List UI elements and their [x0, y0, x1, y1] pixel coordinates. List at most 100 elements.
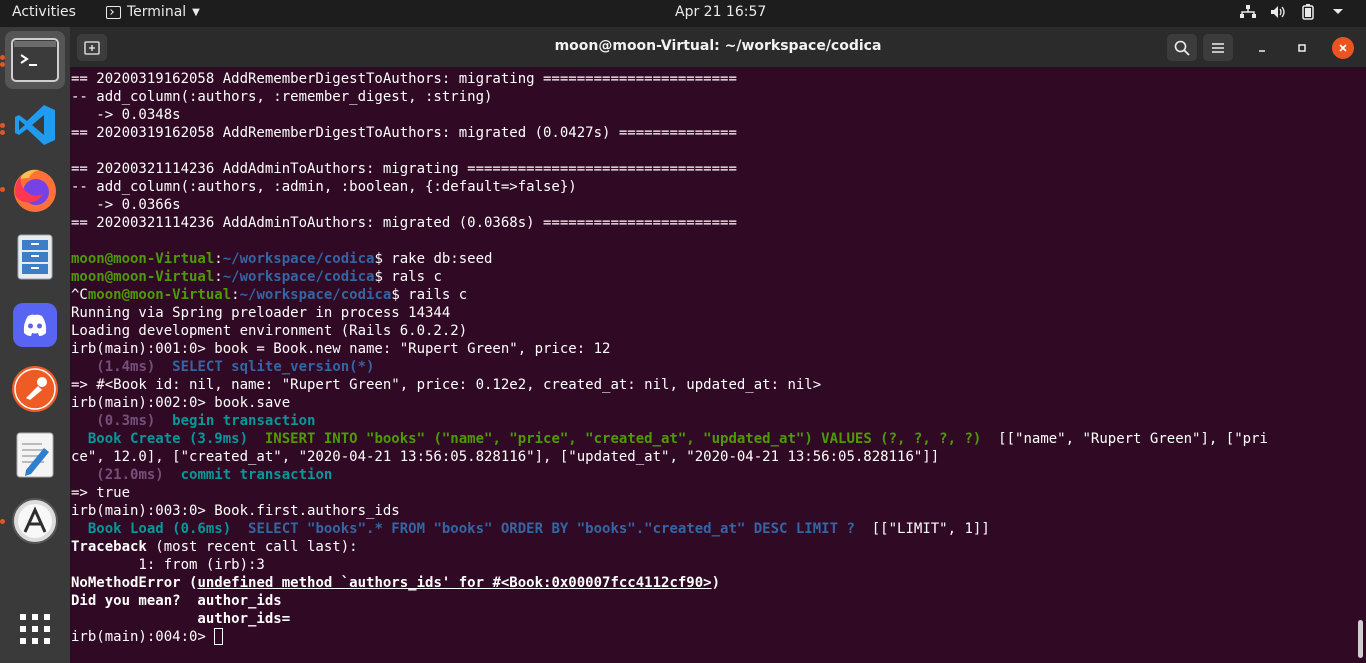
- terminal-text: 1: from (irb):3: [71, 557, 265, 573]
- terminal-text: -- add_column(:authors, :admin, :boolean…: [71, 179, 577, 195]
- app-menu[interactable]: Terminal ▼: [106, 4, 200, 20]
- terminal-line: NoMethodError (undefined method `authors…: [71, 574, 1356, 592]
- terminal-line: ce", 12.0], ["created_at", "2020-04-21 1…: [71, 448, 1356, 466]
- terminal-text: Book Load (0.6ms): [87, 521, 232, 537]
- terminal-line: -> 0.0348s: [71, 106, 1356, 124]
- terminal-text: (0.3ms): [96, 413, 156, 429]
- terminal-text: begin transaction: [172, 413, 316, 429]
- terminal-cursor: [214, 628, 224, 645]
- terminal-text: :: [214, 251, 223, 267]
- terminal-line: irb(main):002:0> book.save: [71, 394, 1356, 412]
- text-editor-icon: [16, 432, 54, 478]
- terminal-text: (21.0ms): [96, 467, 164, 483]
- terminal-line: irb(main):001:0> book = Book.new name: "…: [71, 340, 1356, 358]
- terminal-text: => true: [71, 485, 131, 501]
- battery-icon[interactable]: [1300, 4, 1316, 20]
- files-icon: [17, 234, 53, 280]
- terminal-text: -> 0.0348s: [71, 107, 181, 123]
- terminal-line: moon@moon-Virtual:~/workspace/codica$ ra…: [71, 268, 1356, 286]
- dock-discord[interactable]: [5, 296, 65, 354]
- terminal-line: irb(main):004:0>: [71, 628, 1356, 646]
- terminal-text: ~/workspace/codica: [222, 251, 375, 267]
- top-bar: Activities Terminal ▼ Apr 21 16:57: [0, 0, 1366, 27]
- terminal-text: Running via Spring preloader in process …: [71, 305, 451, 321]
- activities-button[interactable]: Activities: [12, 4, 76, 20]
- terminal-line: author_ids=: [71, 610, 1356, 628]
- terminal-text: SELECT sqlite_version(*): [172, 359, 375, 375]
- terminal-line: Running via Spring preloader in process …: [71, 304, 1356, 322]
- hamburger-menu-icon: [1212, 42, 1224, 53]
- terminal-window: moon@moon-Virtual: ~/workspace/codica ==…: [70, 27, 1366, 663]
- terminal-text: ~/workspace/codica: [239, 287, 392, 303]
- network-icon[interactable]: [1240, 4, 1256, 20]
- terminal-text: :: [214, 269, 223, 285]
- dock-terminal[interactable]: [5, 31, 65, 89]
- clock[interactable]: Apr 21 16:57: [675, 4, 766, 20]
- terminal-line: -- add_column(:authors, :remember_digest…: [71, 88, 1356, 106]
- running-indicator: [0, 62, 5, 67]
- running-indicator: [0, 519, 5, 524]
- terminal-text: ): [711, 575, 721, 591]
- menu-button[interactable]: [1203, 34, 1233, 61]
- terminal-text: irb(main):002:0> book.save: [71, 395, 291, 411]
- terminal-line: Book Create (3.9ms) INSERT INTO "books" …: [71, 430, 1356, 448]
- dock-postman[interactable]: [5, 360, 65, 418]
- firefox-icon: [14, 169, 56, 212]
- dock-vscode[interactable]: [5, 96, 65, 154]
- terminal-line: == 20200321114236 AddAdminToAuthors: mig…: [71, 160, 1356, 178]
- terminal-line: => #<Book id: nil, name: "Rupert Green",…: [71, 376, 1356, 394]
- terminal-line: (0.3ms) begin transaction: [71, 412, 1356, 430]
- terminal-line: moon@moon-Virtual:~/workspace/codica$ ra…: [71, 250, 1356, 268]
- close-button[interactable]: [1332, 37, 1354, 59]
- search-icon: [1174, 40, 1190, 56]
- terminal-text: moon@moon-Virtual: [87, 287, 232, 303]
- terminal-text: ^C: [71, 287, 88, 303]
- terminal-text: -> 0.0366s: [71, 197, 181, 213]
- terminal-text: undefined method `authors_ids' for #<Boo…: [197, 575, 712, 591]
- terminal-line: Book Load (0.6ms) SELECT "books".* FROM …: [71, 520, 1356, 538]
- terminal-line: Did you mean? author_ids: [71, 592, 1356, 610]
- terminal-text: [["name", "Rupert Green"], ["pri: [981, 431, 1268, 447]
- terminal-line: Loading development environment (Rails 6…: [71, 322, 1356, 340]
- terminal-text: == 20200321114236 AddAdminToAuthors: mig…: [71, 215, 737, 231]
- terminal-text: == 20200319162058 AddRememberDigestToAut…: [71, 71, 737, 87]
- terminal-line: => true: [71, 484, 1356, 502]
- volume-icon[interactable]: [1270, 4, 1286, 20]
- terminal-line: == 20200319162058 AddRememberDigestToAut…: [71, 124, 1356, 142]
- terminal-text: INSERT INTO "books" ("name", "price", "c…: [264, 431, 982, 447]
- dock-files[interactable]: [5, 228, 65, 286]
- maximize-button[interactable]: [1291, 37, 1313, 59]
- terminal-icon: [106, 5, 121, 19]
- terminal-line: irb(main):003:0> Book.first.authors_ids: [71, 502, 1356, 520]
- terminal-icon: [11, 38, 59, 82]
- dock-text-editor[interactable]: [5, 426, 65, 484]
- terminal-scrollbar[interactable]: [1358, 620, 1363, 658]
- power-menu-icon[interactable]: [1330, 4, 1346, 20]
- terminal-text: [["LIMIT", 1]]: [854, 521, 990, 537]
- caret-down-icon: ▼: [192, 6, 200, 18]
- app-grid-icon: [20, 614, 50, 644]
- minimize-button[interactable]: [1251, 37, 1273, 59]
- terminal-text: -- add_column(:authors, :remember_digest…: [71, 89, 493, 105]
- terminal-text: Did you mean? author_ids: [71, 593, 282, 609]
- minimize-icon: [1259, 50, 1265, 52]
- terminal-text: Loading development environment (Rails 6…: [71, 323, 468, 339]
- terminal-text: irb(main):004:0>: [71, 629, 215, 645]
- terminal-text: == 20200319162058 AddRememberDigestToAut…: [71, 125, 737, 141]
- system-tray[interactable]: [1240, 4, 1346, 20]
- software-center-icon: [12, 498, 58, 544]
- title-bar[interactable]: moon@moon-Virtual: ~/workspace/codica: [70, 27, 1366, 68]
- dock-software[interactable]: [5, 492, 65, 550]
- terminal-line: Traceback (most recent call last):: [71, 538, 1356, 556]
- terminal-text: => #<Book id: nil, name: "Rupert Green",…: [71, 377, 822, 393]
- search-button[interactable]: [1167, 34, 1197, 61]
- terminal-output[interactable]: == 20200319162058 AddRememberDigestToAut…: [71, 70, 1356, 660]
- dock-firefox[interactable]: [5, 161, 65, 219]
- dock-show-apps[interactable]: [5, 600, 65, 658]
